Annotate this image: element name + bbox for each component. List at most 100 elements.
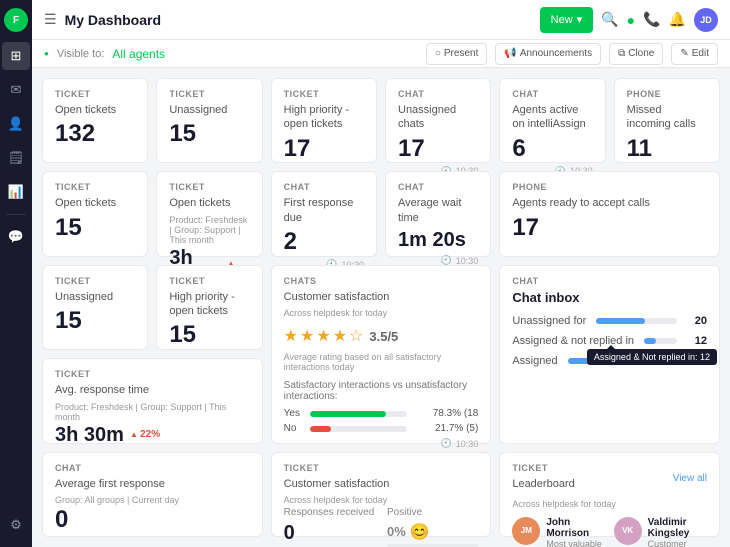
sidebar-icon-contacts[interactable]: 🗒 bbox=[2, 144, 30, 172]
notification-icon[interactable]: ● bbox=[627, 12, 635, 28]
card-title: Avg. response time bbox=[55, 383, 250, 397]
tcs-received-value: 0 bbox=[284, 522, 375, 545]
card-value: 15 bbox=[169, 322, 249, 348]
lb-name-2: Valdimir Kingsley bbox=[648, 517, 707, 539]
new-button[interactable]: New ▾ bbox=[540, 7, 594, 33]
phone-icon[interactable]: 📞 bbox=[643, 11, 660, 28]
header: ☰ My Dashboard New ▾ 🔍 ● 📞 🔔 JD bbox=[32, 0, 730, 40]
card-high-priority-open: TICKET High priority - open tickets 17 bbox=[271, 78, 377, 163]
card-value: 1m 20s bbox=[398, 229, 478, 251]
card-value: 15 bbox=[55, 308, 135, 334]
card-label: TICKET bbox=[169, 182, 249, 192]
lb-agent-1: JM John Morrison Most valuable player bbox=[512, 517, 605, 547]
card-value: 15 bbox=[169, 121, 249, 147]
edit-icon: ✎ bbox=[680, 48, 688, 59]
avatar[interactable]: JD bbox=[694, 8, 718, 32]
clone-button[interactable]: ⧉ Clone bbox=[609, 43, 663, 65]
unassigned-row: Unassigned for 20 bbox=[512, 315, 707, 327]
card-unassigned-tickets: TICKET Unassigned 15 bbox=[156, 78, 262, 163]
card-title: Unassigned bbox=[169, 103, 249, 117]
yes-pct: 78.3% (18 bbox=[413, 408, 478, 419]
subheader-actions: ○ Present 📢 Announcements ⧉ Clone ✎ Edit bbox=[426, 43, 718, 65]
happy-emoji: 😊 bbox=[410, 522, 430, 542]
card-high-priority-2: TICKET High priority - open tickets 15 bbox=[156, 265, 262, 350]
card-title: Average first response bbox=[55, 477, 250, 491]
lb-subtitle: Across helpdesk for today bbox=[512, 499, 707, 509]
yes-fill bbox=[310, 411, 386, 417]
bell-icon[interactable]: 🔔 bbox=[669, 11, 686, 28]
card-open-tickets-2: TICKET Open tickets 15 bbox=[42, 171, 148, 256]
sat-subtitle: Across helpdesk for today bbox=[284, 308, 479, 318]
assigned-not-replied-row: Assigned & not replied in 12 Assigned & … bbox=[512, 335, 707, 347]
card-title: Open tickets bbox=[55, 196, 135, 210]
view-all-link[interactable]: View all bbox=[673, 473, 707, 484]
lb-badge-1: Most valuable player bbox=[546, 539, 605, 547]
yes-progress-row: Yes 78.3% (18 bbox=[284, 408, 479, 419]
card-value: 17 bbox=[512, 215, 707, 241]
card-agents-ready: PHONE Agents ready to accept calls 17 bbox=[499, 171, 720, 256]
card-subtitle: Product: Freshdesk | Group: Support | Th… bbox=[55, 402, 250, 422]
card-title: Unassigned bbox=[55, 290, 135, 304]
card-value: 11 bbox=[627, 136, 707, 162]
search-icon[interactable]: 🔍 bbox=[601, 11, 618, 28]
card-unassigned-2: TICKET Unassigned 15 bbox=[42, 265, 148, 350]
sidebar-icon-reports[interactable]: 📊 bbox=[2, 178, 30, 206]
card-title: Average wait time bbox=[398, 196, 478, 225]
card-label: TICKET bbox=[512, 463, 574, 473]
assigned-not-replied-bar bbox=[644, 338, 656, 344]
card-title: Missed incoming calls bbox=[627, 103, 707, 132]
card-label: CHAT bbox=[398, 182, 478, 192]
card-open-tickets-3h: TICKET Open tickets Product: Freshdesk |… bbox=[156, 171, 262, 256]
present-button[interactable]: ○ Present bbox=[426, 43, 488, 65]
lb-avatar-2: VK bbox=[614, 517, 642, 545]
lb-badge-2: Customer wow champion bbox=[648, 539, 707, 547]
menu-icon[interactable]: ☰ bbox=[44, 11, 57, 28]
assigned-not-replied-value: 12 bbox=[687, 335, 707, 347]
tcs-positive-col: Positive 0% 😊 bbox=[387, 507, 478, 547]
card-label: TICKET bbox=[284, 89, 364, 99]
sidebar-icon-settings[interactable]: ⚙ bbox=[2, 511, 30, 539]
sidebar-icon-home[interactable]: ⊞ bbox=[2, 42, 30, 70]
unassigned-value: 20 bbox=[687, 315, 707, 327]
lb-title: Leaderboard bbox=[512, 477, 574, 491]
card-label: TICKET bbox=[169, 89, 249, 99]
app-logo[interactable]: F bbox=[4, 8, 28, 32]
leaderboard-grid: JM John Morrison Most valuable player VK… bbox=[512, 517, 707, 547]
card-label: TICKET bbox=[55, 182, 135, 192]
tooltip: Assigned & Not replied in: 12 bbox=[587, 349, 717, 365]
card-title: Customer satisfaction bbox=[284, 290, 479, 304]
card-label: CHATS bbox=[284, 276, 479, 286]
card-title: Agents active on intelliAssign bbox=[512, 103, 592, 132]
card-value: 132 bbox=[55, 121, 135, 147]
visibility-text: Visible to: bbox=[57, 48, 105, 60]
clock-icon: 🕙 bbox=[441, 438, 452, 449]
sidebar-icon-users[interactable]: 👤 bbox=[2, 110, 30, 138]
card-label: PHONE bbox=[627, 89, 707, 99]
card-label: PHONE bbox=[512, 182, 707, 192]
edit-button[interactable]: ✎ Edit bbox=[671, 43, 718, 65]
announcements-button[interactable]: 📢 Announcements bbox=[495, 43, 601, 65]
card-value: 17 bbox=[398, 136, 478, 162]
card-title: Open tickets bbox=[55, 103, 135, 117]
card-customer-satisfaction-ticket: TICKET Customer satisfaction Across help… bbox=[271, 452, 492, 537]
visibility-value[interactable]: All agents bbox=[112, 47, 165, 61]
sidebar-icon-chat[interactable]: 💬 bbox=[2, 223, 30, 251]
card-label: TICKET bbox=[55, 89, 135, 99]
card-agents-intelliassign: CHAT Agents active on intelliAssign 6 🕙 … bbox=[499, 78, 605, 163]
card-avg-first-response: CHAT Average first response Group: All g… bbox=[42, 452, 263, 537]
card-leaderboard: TICKET Leaderboard View all Across helpd… bbox=[499, 452, 720, 537]
page-title: My Dashboard bbox=[65, 12, 532, 28]
trend-badge: 22% bbox=[130, 429, 160, 440]
chevron-down-icon: ▾ bbox=[577, 13, 583, 26]
present-icon: ○ bbox=[435, 48, 441, 59]
sidebar-icon-inbox[interactable]: ✉ bbox=[2, 76, 30, 104]
card-value: 17 bbox=[284, 136, 364, 162]
card-avg-wait-time: CHAT Average wait time 1m 20s 🕙 10:30 bbox=[385, 171, 491, 256]
card-missed-calls: PHONE Missed incoming calls 11 bbox=[614, 78, 720, 163]
card-avg-response: TICKET Avg. response time Product: Fresh… bbox=[42, 358, 263, 443]
tcs-positive-label: Positive bbox=[387, 507, 478, 518]
card-title: Customer satisfaction bbox=[284, 477, 479, 491]
visibility-dot: ● bbox=[44, 49, 49, 58]
card-value: 2 bbox=[284, 229, 364, 255]
card-value: 0 bbox=[55, 507, 250, 533]
